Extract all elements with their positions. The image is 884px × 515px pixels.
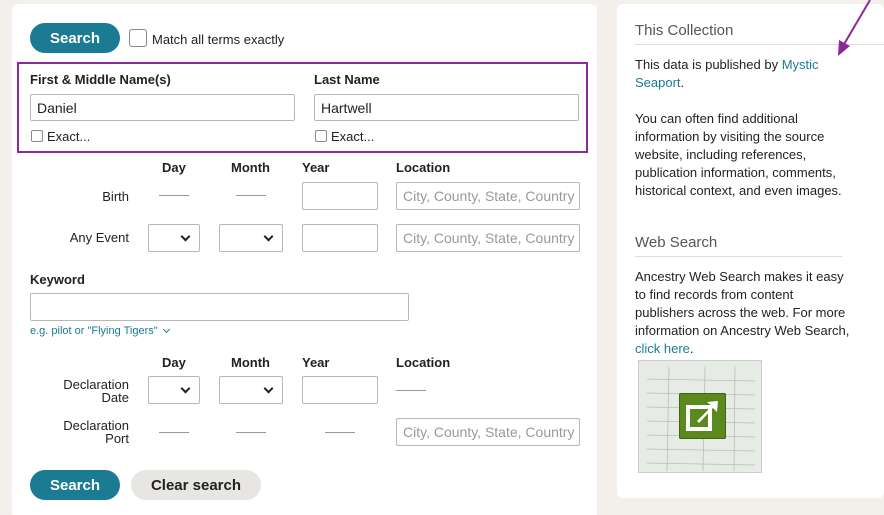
any-event-label: Any Event	[69, 230, 129, 245]
declaration-port-label: Declaration Port	[40, 419, 129, 445]
last-name-exact-label: Exact...	[331, 129, 375, 144]
clear-search-button[interactable]: Clear search	[131, 470, 261, 500]
web-search-divider	[635, 256, 842, 257]
chevron-down-icon	[180, 383, 191, 394]
first-name-label: First & Middle Name(s)	[30, 72, 171, 87]
last-name-exact-checkbox[interactable]	[315, 130, 327, 142]
any-event-day-select[interactable]	[148, 224, 200, 252]
chevron-down-icon	[162, 325, 170, 334]
web-search-heading: Web Search	[635, 234, 718, 251]
col-month-label: Month	[231, 160, 270, 175]
keyword-input[interactable]	[30, 293, 409, 321]
declaration-date-label: Declaration Date	[40, 378, 129, 404]
col-location-label-2: Location	[396, 355, 451, 370]
last-name-input[interactable]: Hartwell	[314, 94, 579, 121]
search-button-bottom[interactable]: Search	[30, 470, 120, 500]
declaration-day-select[interactable]	[148, 376, 200, 404]
declaration-port-location-input[interactable]: City, County, State, Country	[396, 418, 580, 446]
birth-day-na	[159, 195, 189, 196]
col-year-label: Year	[302, 160, 330, 175]
web-search-text: Ancestry Web Search makes it easy to fin…	[635, 268, 855, 358]
col-location-label: Location	[396, 160, 451, 175]
keyword-hint-text: e.g. pilot or "Flying Tigers"	[30, 325, 158, 337]
declaration-port-year-na	[325, 432, 355, 433]
chevron-down-icon	[263, 231, 274, 242]
col-day-label-2: Day	[162, 355, 186, 370]
external-link-icon	[679, 393, 726, 439]
declaration-port-month-na	[236, 432, 266, 433]
col-day-label: Day	[162, 160, 186, 175]
web-search-thumbnail[interactable]	[638, 360, 762, 473]
chevron-down-icon	[180, 231, 191, 242]
declaration-year-input[interactable]	[302, 376, 378, 404]
col-year-label-2: Year	[302, 355, 330, 370]
click-here-suffix: .	[689, 341, 694, 356]
publisher-link[interactable]: Mystic	[782, 57, 819, 72]
declaration-date-label-line2: Date	[101, 390, 129, 405]
published-by-text: This data is published by Mystic Seaport…	[635, 56, 850, 92]
publisher-link-2[interactable]: Seaport	[635, 75, 681, 90]
search-button-top[interactable]: Search	[30, 23, 120, 53]
keyword-hint-link[interactable]: e.g. pilot or "Flying Tigers"	[30, 325, 170, 337]
source-info-text: You can often find additional informatio…	[635, 111, 842, 198]
any-event-location-input[interactable]: City, County, State, Country	[396, 224, 580, 252]
published-suffix: .	[680, 75, 685, 90]
click-here-link[interactable]: click here	[635, 341, 690, 356]
birth-month-na	[236, 195, 266, 196]
first-name-input[interactable]: Daniel	[30, 94, 295, 121]
match-exact-label: Match all terms exactly	[152, 32, 285, 47]
col-month-label-2: Month	[231, 355, 270, 370]
declaration-port-day-na	[159, 432, 189, 433]
declaration-port-label-line2: Port	[105, 431, 129, 446]
declaration-month-select[interactable]	[219, 376, 283, 404]
birth-year-input[interactable]	[302, 182, 378, 210]
last-name-label: Last Name	[314, 72, 380, 87]
birth-label: Birth	[102, 189, 129, 204]
arrow-annotation-icon	[838, 0, 871, 56]
any-event-month-select[interactable]	[219, 224, 283, 252]
keyword-label: Keyword	[30, 272, 85, 287]
any-event-year-input[interactable]	[302, 224, 378, 252]
declaration-date-location-na	[396, 390, 426, 391]
web-search-description: Ancestry Web Search makes it easy to fin…	[635, 269, 850, 338]
chevron-down-icon	[263, 383, 274, 394]
published-prefix: This data is published by	[635, 57, 782, 72]
first-name-exact-label: Exact...	[47, 129, 91, 144]
match-exact-checkbox[interactable]	[129, 29, 147, 47]
birth-location-input[interactable]: City, County, State, Country	[396, 182, 580, 210]
this-collection-heading: This Collection	[635, 22, 734, 39]
first-name-exact-checkbox[interactable]	[31, 130, 43, 142]
